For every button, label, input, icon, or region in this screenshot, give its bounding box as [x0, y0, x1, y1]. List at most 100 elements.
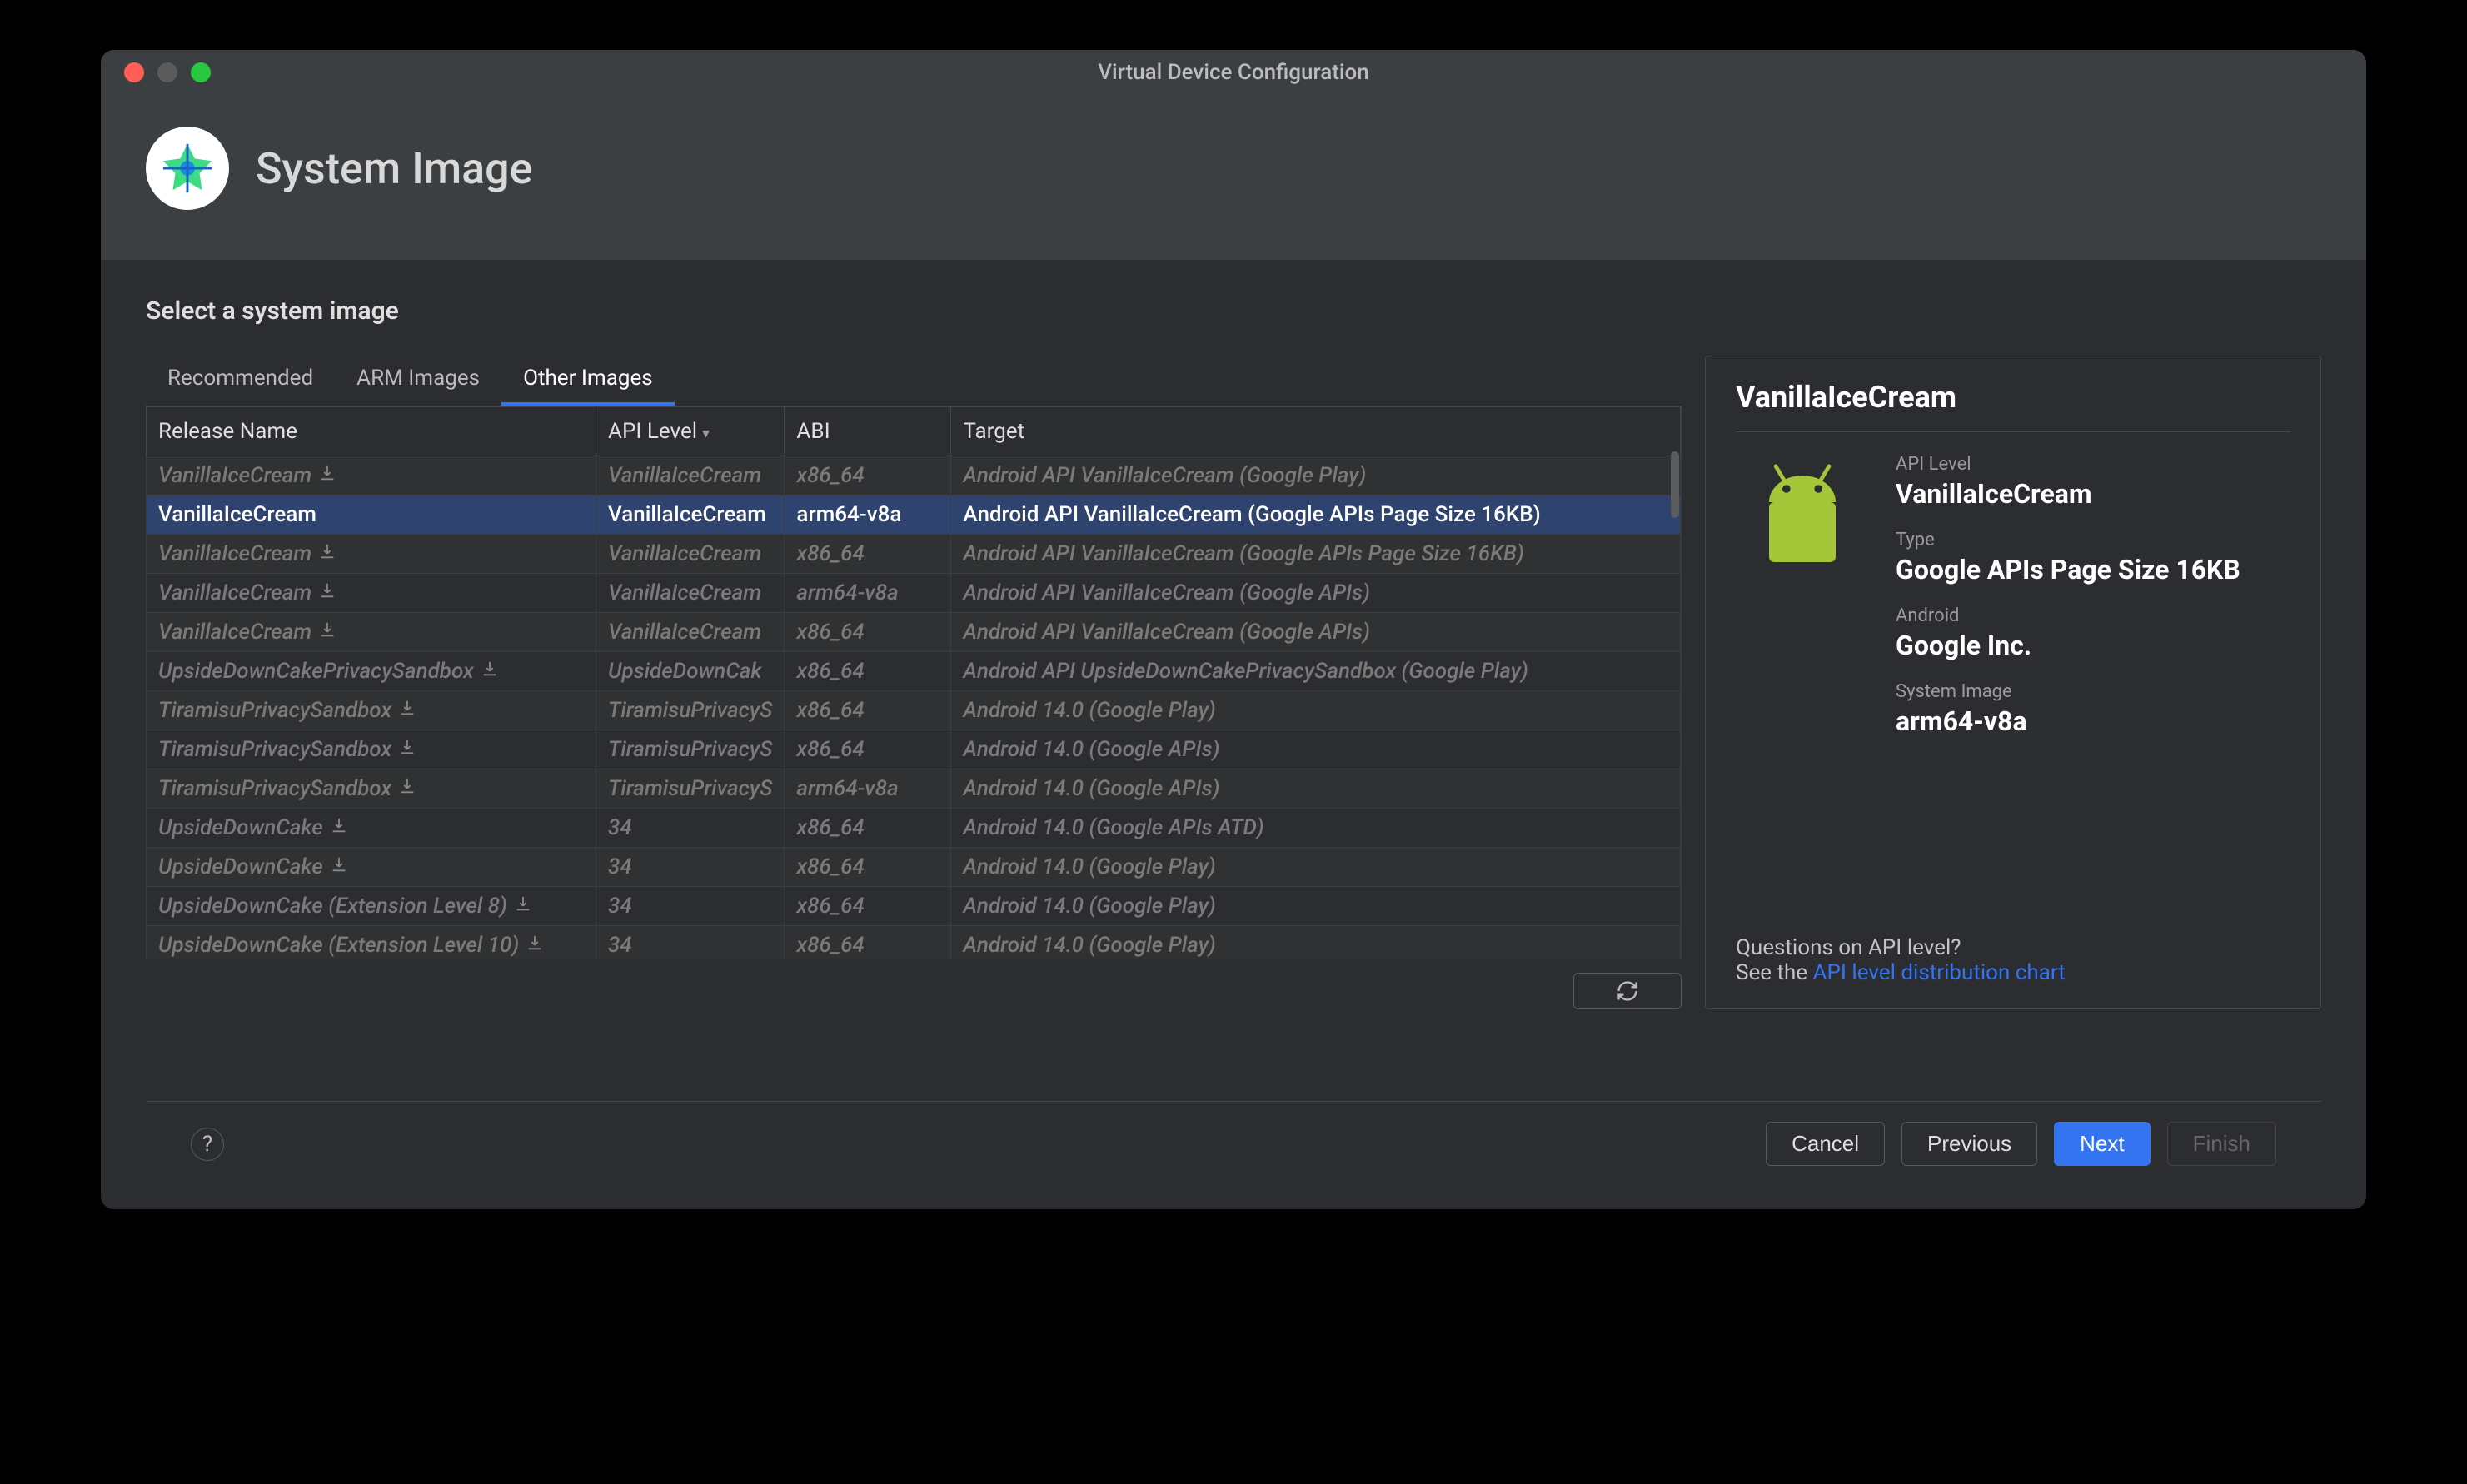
cell-abi: x86_64	[785, 613, 951, 652]
window-title: Virtual Device Configuration	[1098, 60, 1369, 85]
table-row[interactable]: VanillaIceCreamVanillaIceCreamarm64-v8aA…	[147, 495, 1681, 535]
download-icon[interactable]	[398, 698, 416, 723]
cell-abi: x86_64	[785, 887, 951, 926]
titlebar: Virtual Device Configuration	[101, 50, 2366, 95]
download-icon[interactable]	[481, 659, 499, 684]
table-row[interactable]: VanillaIceCreamVanillaIceCreamx86_64Andr…	[147, 613, 1681, 652]
table-row[interactable]: UpsideDownCakePrivacySandboxUpsideDownCa…	[147, 652, 1681, 691]
cell-target: Android 14.0 (Google Play)	[951, 887, 1681, 926]
cell-api: VanillaIceCream	[596, 574, 785, 613]
cell-api: 34	[596, 848, 785, 887]
cell-target: Android 14.0 (Google Play)	[951, 848, 1681, 887]
cancel-button[interactable]: Cancel	[1766, 1122, 1885, 1166]
cell-target: Android API VanillaIceCream (Google APIs…	[951, 574, 1681, 613]
table-row[interactable]: UpsideDownCake34x86_64Android 14.0 (Goog…	[147, 809, 1681, 848]
cell-release: UpsideDownCakePrivacySandbox	[147, 652, 596, 691]
cell-api: VanillaIceCream	[596, 495, 785, 535]
download-icon[interactable]	[526, 933, 544, 958]
detail-panel: VanillaIceCream	[1705, 356, 2321, 1009]
cell-abi: x86_64	[785, 809, 951, 848]
table-row[interactable]: VanillaIceCreamVanillaIceCreamx86_64Andr…	[147, 456, 1681, 495]
col-header-api[interactable]: API Level▾	[596, 407, 785, 456]
download-icon[interactable]	[318, 541, 336, 566]
close-window-button[interactable]	[124, 62, 144, 82]
col-header-target[interactable]: Target	[951, 407, 1681, 456]
download-icon[interactable]	[330, 854, 348, 879]
cell-release: UpsideDownCake (Extension Level 8)	[147, 887, 596, 926]
cell-abi: x86_64	[785, 652, 951, 691]
cell-target: Android API VanillaIceCream (Google Play…	[951, 456, 1681, 495]
cell-api: TiramisuPrivacyS	[596, 769, 785, 809]
cell-abi: arm64-v8a	[785, 574, 951, 613]
cell-target: Android 14.0 (Google Play)	[951, 926, 1681, 960]
cell-release: UpsideDownCake	[147, 848, 596, 887]
window-controls	[101, 62, 211, 82]
zoom-window-button[interactable]	[191, 62, 211, 82]
cell-abi: x86_64	[785, 691, 951, 730]
download-icon[interactable]	[330, 815, 348, 840]
cell-abi: x86_64	[785, 926, 951, 960]
finish-button: Finish	[2167, 1122, 2276, 1166]
label-api-level: API Level	[1896, 454, 2290, 475]
cell-release: VanillaIceCream	[147, 495, 596, 535]
download-icon[interactable]	[398, 776, 416, 801]
detail-title: VanillaIceCream	[1736, 380, 2290, 432]
table-scrollbar[interactable]	[1671, 451, 1679, 518]
table-row[interactable]: TiramisuPrivacySandboxTiramisuPrivacySar…	[147, 769, 1681, 809]
table-row[interactable]: TiramisuPrivacySandboxTiramisuPrivacySx8…	[147, 691, 1681, 730]
dialog-window: Virtual Device Configuration System Imag…	[101, 50, 2366, 1209]
api-see-line: See the API level distribution chart	[1736, 960, 2290, 985]
value-system-image: arm64-v8a	[1896, 705, 2290, 737]
cell-target: Android API UpsideDownCakePrivacySandbox…	[951, 652, 1681, 691]
cell-api: 34	[596, 887, 785, 926]
sort-caret-icon: ▾	[702, 425, 710, 442]
table-row[interactable]: TiramisuPrivacySandboxTiramisuPrivacySx8…	[147, 730, 1681, 769]
table-row[interactable]: UpsideDownCake (Extension Level 8)34x86_…	[147, 887, 1681, 926]
tab-other-images[interactable]: Other Images	[501, 356, 675, 406]
cell-abi: arm64-v8a	[785, 495, 951, 535]
tab-bar: Recommended ARM Images Other Images	[146, 356, 1682, 406]
download-icon[interactable]	[318, 463, 336, 488]
tab-arm-images[interactable]: ARM Images	[335, 356, 501, 406]
next-button[interactable]: Next	[2054, 1122, 2150, 1166]
download-icon[interactable]	[398, 737, 416, 762]
cell-release: VanillaIceCream	[147, 613, 596, 652]
minimize-window-button[interactable]	[157, 62, 177, 82]
page-title: System Image	[256, 143, 533, 194]
label-type: Type	[1896, 530, 2290, 550]
content-area: Select a system image Recommended ARM Im…	[101, 260, 2366, 1209]
previous-button[interactable]: Previous	[1901, 1122, 2037, 1166]
col-header-abi[interactable]: ABI	[785, 407, 951, 456]
table-row[interactable]: VanillaIceCreamVanillaIceCreamx86_64Andr…	[147, 535, 1681, 574]
col-header-release[interactable]: Release Name	[147, 407, 596, 456]
help-button[interactable]: ?	[191, 1128, 224, 1161]
refresh-button[interactable]	[1573, 973, 1682, 1009]
api-distribution-link[interactable]: API level distribution chart	[1813, 960, 2066, 985]
download-icon[interactable]	[514, 894, 532, 919]
cell-target: Android API VanillaIceCream (Google APIs…	[951, 613, 1681, 652]
cell-target: Android 14.0 (Google APIs)	[951, 730, 1681, 769]
download-icon[interactable]	[318, 580, 336, 605]
api-question-text: Questions on API level?	[1736, 935, 2290, 960]
value-type: Google APIs Page Size 16KB	[1896, 554, 2290, 585]
table-row[interactable]: VanillaIceCreamVanillaIceCreamarm64-v8aA…	[147, 574, 1681, 613]
cell-target: Android 14.0 (Google Play)	[951, 691, 1681, 730]
cell-release: VanillaIceCream	[147, 535, 596, 574]
table-row[interactable]: UpsideDownCake34x86_64Android 14.0 (Goog…	[147, 848, 1681, 887]
download-icon[interactable]	[318, 620, 336, 645]
cell-target: Android 14.0 (Google APIs ATD)	[951, 809, 1681, 848]
cell-api: UpsideDownCak	[596, 652, 785, 691]
cell-api: TiramisuPrivacyS	[596, 730, 785, 769]
cell-api: VanillaIceCream	[596, 613, 785, 652]
table-row[interactable]: UpsideDownCake (Extension Level 10)34x86…	[147, 926, 1681, 960]
cell-release: TiramisuPrivacySandbox	[147, 730, 596, 769]
cell-abi: x86_64	[785, 535, 951, 574]
cell-abi: x86_64	[785, 456, 951, 495]
cell-target: Android API VanillaIceCream (Google APIs…	[951, 495, 1681, 535]
cell-release: UpsideDownCake (Extension Level 10)	[147, 926, 596, 960]
value-android: Google Inc.	[1896, 630, 2290, 661]
tab-recommended[interactable]: Recommended	[146, 356, 335, 406]
cell-api: 34	[596, 809, 785, 848]
cell-target: Android API VanillaIceCream (Google APIs…	[951, 535, 1681, 574]
cell-abi: x86_64	[785, 848, 951, 887]
